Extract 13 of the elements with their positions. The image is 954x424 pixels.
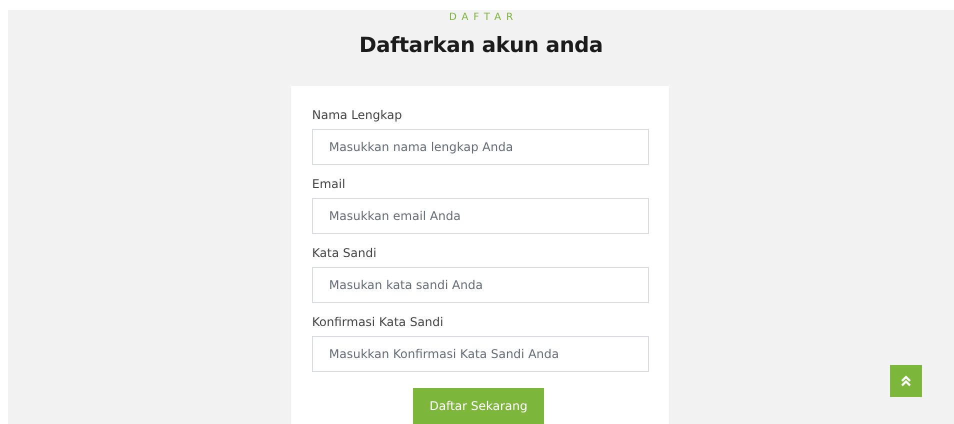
scroll-top-button[interactable] [890, 365, 922, 397]
section-eyebrow: DAFTAR [448, 12, 518, 24]
field-label: Nama Lengkap [312, 107, 403, 124]
input-field[interactable]: Masukan kata sandi Anda [312, 267, 649, 303]
input-field[interactable]: Masukkan Konfirmasi Kata Sandi Anda [312, 336, 649, 372]
input-field[interactable]: Masukkan email Anda [312, 198, 649, 234]
input-field[interactable]: Masukkan nama lengkap Anda [312, 129, 649, 165]
section-title: Daftarkan akun anda [359, 32, 603, 59]
field-label: Konfirmasi Kata Sandi [312, 314, 444, 331]
field-label: Kata Sandi [312, 245, 378, 262]
double-chevron-up-icon [900, 375, 912, 387]
field-label: Email [312, 176, 346, 193]
submit-button[interactable]: Daftar Sekarang [413, 388, 544, 424]
